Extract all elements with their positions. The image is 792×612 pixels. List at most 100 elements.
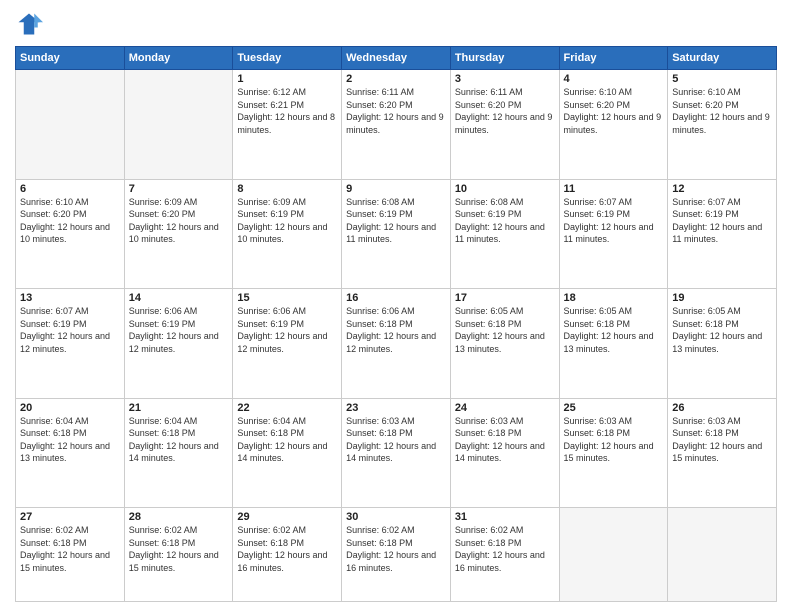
calendar-cell-5-4: 30Sunrise: 6:02 AMSunset: 6:18 PMDayligh… xyxy=(342,508,451,602)
header xyxy=(15,10,777,38)
calendar-cell-3-2: 14Sunrise: 6:06 AMSunset: 6:19 PMDayligh… xyxy=(124,289,233,399)
weekday-header-monday: Monday xyxy=(124,47,233,70)
day-info: Sunrise: 6:04 AMSunset: 6:18 PMDaylight:… xyxy=(129,415,229,465)
day-number: 8 xyxy=(237,183,337,195)
day-number: 15 xyxy=(237,292,337,304)
calendar-cell-2-2: 7Sunrise: 6:09 AMSunset: 6:20 PMDaylight… xyxy=(124,179,233,289)
calendar-cell-4-6: 25Sunrise: 6:03 AMSunset: 6:18 PMDayligh… xyxy=(559,398,668,508)
day-info: Sunrise: 6:08 AMSunset: 6:19 PMDaylight:… xyxy=(455,196,555,246)
day-info: Sunrise: 6:07 AMSunset: 6:19 PMDaylight:… xyxy=(672,196,772,246)
day-info: Sunrise: 6:02 AMSunset: 6:18 PMDaylight:… xyxy=(455,524,555,574)
weekday-header-sunday: Sunday xyxy=(16,47,125,70)
calendar-cell-2-5: 10Sunrise: 6:08 AMSunset: 6:19 PMDayligh… xyxy=(450,179,559,289)
week-row-1: 1Sunrise: 6:12 AMSunset: 6:21 PMDaylight… xyxy=(16,70,777,180)
calendar-cell-4-1: 20Sunrise: 6:04 AMSunset: 6:18 PMDayligh… xyxy=(16,398,125,508)
day-number: 20 xyxy=(20,402,120,414)
day-number: 4 xyxy=(564,73,664,85)
calendar-cell-3-1: 13Sunrise: 6:07 AMSunset: 6:19 PMDayligh… xyxy=(16,289,125,399)
calendar-cell-5-7 xyxy=(668,508,777,602)
calendar-cell-2-6: 11Sunrise: 6:07 AMSunset: 6:19 PMDayligh… xyxy=(559,179,668,289)
calendar-cell-4-7: 26Sunrise: 6:03 AMSunset: 6:18 PMDayligh… xyxy=(668,398,777,508)
calendar-cell-3-4: 16Sunrise: 6:06 AMSunset: 6:18 PMDayligh… xyxy=(342,289,451,399)
day-number: 21 xyxy=(129,402,229,414)
calendar-cell-5-5: 31Sunrise: 6:02 AMSunset: 6:18 PMDayligh… xyxy=(450,508,559,602)
calendar-cell-4-5: 24Sunrise: 6:03 AMSunset: 6:18 PMDayligh… xyxy=(450,398,559,508)
day-info: Sunrise: 6:02 AMSunset: 6:18 PMDaylight:… xyxy=(237,524,337,574)
day-info: Sunrise: 6:02 AMSunset: 6:18 PMDaylight:… xyxy=(346,524,446,574)
day-info: Sunrise: 6:09 AMSunset: 6:19 PMDaylight:… xyxy=(237,196,337,246)
day-info: Sunrise: 6:03 AMSunset: 6:18 PMDaylight:… xyxy=(455,415,555,465)
calendar-cell-2-4: 9Sunrise: 6:08 AMSunset: 6:19 PMDaylight… xyxy=(342,179,451,289)
day-info: Sunrise: 6:03 AMSunset: 6:18 PMDaylight:… xyxy=(564,415,664,465)
day-info: Sunrise: 6:11 AMSunset: 6:20 PMDaylight:… xyxy=(455,86,555,136)
day-number: 23 xyxy=(346,402,446,414)
day-info: Sunrise: 6:09 AMSunset: 6:20 PMDaylight:… xyxy=(129,196,229,246)
day-number: 26 xyxy=(672,402,772,414)
day-number: 27 xyxy=(20,511,120,523)
weekday-header-wednesday: Wednesday xyxy=(342,47,451,70)
logo-icon xyxy=(15,10,43,38)
day-number: 14 xyxy=(129,292,229,304)
day-info: Sunrise: 6:11 AMSunset: 6:20 PMDaylight:… xyxy=(346,86,446,136)
week-row-2: 6Sunrise: 6:10 AMSunset: 6:20 PMDaylight… xyxy=(16,179,777,289)
day-number: 9 xyxy=(346,183,446,195)
calendar-cell-3-3: 15Sunrise: 6:06 AMSunset: 6:19 PMDayligh… xyxy=(233,289,342,399)
calendar-cell-1-3: 1Sunrise: 6:12 AMSunset: 6:21 PMDaylight… xyxy=(233,70,342,180)
day-number: 5 xyxy=(672,73,772,85)
calendar-table: SundayMondayTuesdayWednesdayThursdayFrid… xyxy=(15,46,777,602)
calendar-cell-1-7: 5Sunrise: 6:10 AMSunset: 6:20 PMDaylight… xyxy=(668,70,777,180)
weekday-header-friday: Friday xyxy=(559,47,668,70)
calendar-cell-2-1: 6Sunrise: 6:10 AMSunset: 6:20 PMDaylight… xyxy=(16,179,125,289)
day-info: Sunrise: 6:10 AMSunset: 6:20 PMDaylight:… xyxy=(672,86,772,136)
day-number: 31 xyxy=(455,511,555,523)
day-number: 29 xyxy=(237,511,337,523)
day-number: 30 xyxy=(346,511,446,523)
day-info: Sunrise: 6:10 AMSunset: 6:20 PMDaylight:… xyxy=(564,86,664,136)
day-info: Sunrise: 6:02 AMSunset: 6:18 PMDaylight:… xyxy=(129,524,229,574)
calendar-cell-4-4: 23Sunrise: 6:03 AMSunset: 6:18 PMDayligh… xyxy=(342,398,451,508)
day-info: Sunrise: 6:08 AMSunset: 6:19 PMDaylight:… xyxy=(346,196,446,246)
day-number: 3 xyxy=(455,73,555,85)
page: SundayMondayTuesdayWednesdayThursdayFrid… xyxy=(0,0,792,612)
day-number: 13 xyxy=(20,292,120,304)
day-info: Sunrise: 6:03 AMSunset: 6:18 PMDaylight:… xyxy=(672,415,772,465)
day-number: 18 xyxy=(564,292,664,304)
day-info: Sunrise: 6:05 AMSunset: 6:18 PMDaylight:… xyxy=(455,305,555,355)
day-info: Sunrise: 6:04 AMSunset: 6:18 PMDaylight:… xyxy=(237,415,337,465)
calendar-cell-2-3: 8Sunrise: 6:09 AMSunset: 6:19 PMDaylight… xyxy=(233,179,342,289)
day-info: Sunrise: 6:10 AMSunset: 6:20 PMDaylight:… xyxy=(20,196,120,246)
day-number: 1 xyxy=(237,73,337,85)
day-number: 19 xyxy=(672,292,772,304)
calendar-cell-1-1 xyxy=(16,70,125,180)
calendar-cell-1-4: 2Sunrise: 6:11 AMSunset: 6:20 PMDaylight… xyxy=(342,70,451,180)
day-number: 22 xyxy=(237,402,337,414)
calendar-cell-2-7: 12Sunrise: 6:07 AMSunset: 6:19 PMDayligh… xyxy=(668,179,777,289)
calendar-cell-1-5: 3Sunrise: 6:11 AMSunset: 6:20 PMDaylight… xyxy=(450,70,559,180)
day-info: Sunrise: 6:03 AMSunset: 6:18 PMDaylight:… xyxy=(346,415,446,465)
day-number: 10 xyxy=(455,183,555,195)
day-info: Sunrise: 6:06 AMSunset: 6:19 PMDaylight:… xyxy=(129,305,229,355)
week-row-3: 13Sunrise: 6:07 AMSunset: 6:19 PMDayligh… xyxy=(16,289,777,399)
day-info: Sunrise: 6:05 AMSunset: 6:18 PMDaylight:… xyxy=(672,305,772,355)
calendar-cell-1-2 xyxy=(124,70,233,180)
week-row-5: 27 Sunrise: 6:02 AMSunset: 6:18 PMDayligh… xyxy=(16,508,777,602)
day-info: Sunrise: 6:06 AMSunset: 6:18 PMDaylight:… xyxy=(346,305,446,355)
day-number: 28 xyxy=(129,511,229,523)
week-row-4: 20Sunrise: 6:04 AMSunset: 6:18 PMDayligh… xyxy=(16,398,777,508)
calendar-cell-4-2: 21Sunrise: 6:04 AMSunset: 6:18 PMDayligh… xyxy=(124,398,233,508)
day-info: Sunrise: 6:07 AMSunset: 6:19 PMDaylight:… xyxy=(564,196,664,246)
calendar-cell-5-1: 27Sunrise: 6:02 AMSunset: 6:18 PMDayligh… xyxy=(16,508,125,602)
day-number: 12 xyxy=(672,183,772,195)
day-number: 11 xyxy=(564,183,664,195)
day-info: Sunrise: 6:04 AMSunset: 6:18 PMDaylight:… xyxy=(20,415,120,465)
calendar-cell-5-2: 28Sunrise: 6:02 AMSunset: 6:18 PMDayligh… xyxy=(124,508,233,602)
logo xyxy=(15,10,47,38)
day-number: 6 xyxy=(20,183,120,195)
day-number: 17 xyxy=(455,292,555,304)
weekday-header-row: SundayMondayTuesdayWednesdayThursdayFrid… xyxy=(16,47,777,70)
calendar-cell-5-6 xyxy=(559,508,668,602)
day-number: 25 xyxy=(564,402,664,414)
calendar-cell-3-5: 17Sunrise: 6:05 AMSunset: 6:18 PMDayligh… xyxy=(450,289,559,399)
weekday-header-tuesday: Tuesday xyxy=(233,47,342,70)
day-info: Sunrise: 6:05 AMSunset: 6:18 PMDaylight:… xyxy=(564,305,664,355)
